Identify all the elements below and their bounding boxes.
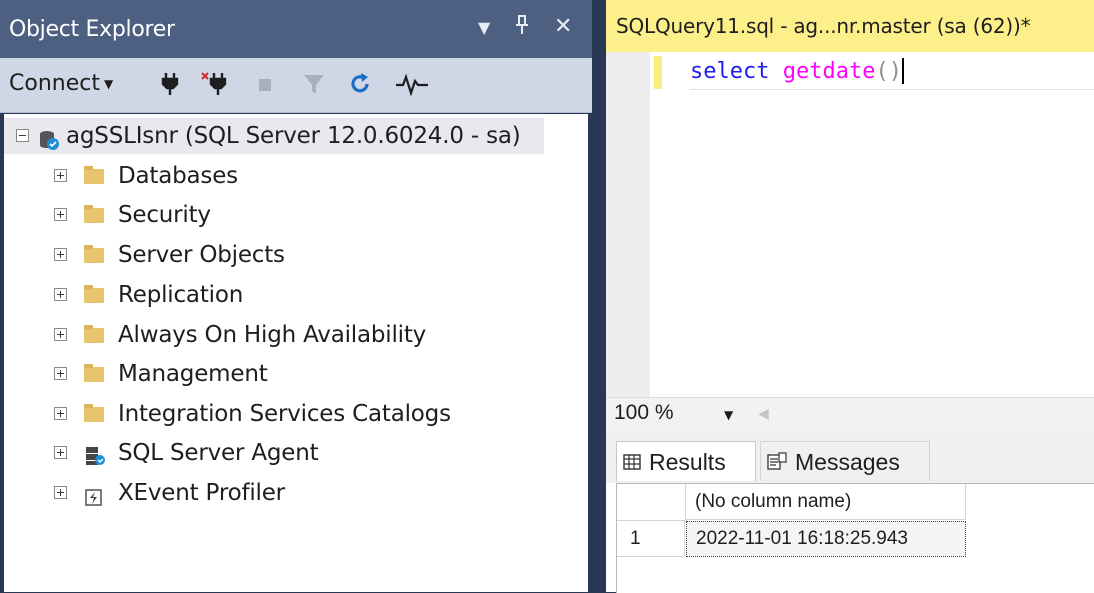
tab-results-label: Results xyxy=(649,449,726,475)
editor-gutter xyxy=(606,52,650,397)
tree-item-label: Replication xyxy=(118,282,244,308)
grid-corner[interactable] xyxy=(617,484,686,521)
object-explorer-toolbar: Connect ▼ xyxy=(0,58,592,113)
xevent-icon xyxy=(84,483,104,519)
query-editor-pane: SQLQuery11.sql - ag...nr.master (sa (62)… xyxy=(606,0,1094,593)
expand-icon[interactable] xyxy=(54,248,67,261)
tree-item-label: XEvent Profiler xyxy=(118,480,285,506)
folder-icon xyxy=(84,245,104,263)
expand-icon[interactable] xyxy=(54,486,67,499)
result-cell[interactable]: 2022-11-01 16:18:25.943 xyxy=(686,521,966,557)
current-line-highlight xyxy=(690,89,1094,90)
tree-item-label: Integration Services Catalogs xyxy=(118,401,451,427)
expand-icon[interactable] xyxy=(54,169,67,182)
scroll-left-icon[interactable]: ◀ xyxy=(758,406,769,422)
zoom-level[interactable]: 100 % xyxy=(614,401,674,425)
text-caret xyxy=(901,58,904,84)
folder-icon xyxy=(84,404,104,422)
sql-function: getdate xyxy=(782,59,876,84)
tree-item-label: Security xyxy=(118,202,211,228)
close-icon[interactable]: ✕ xyxy=(554,14,572,39)
folder-icon xyxy=(84,285,104,303)
tree-item-label: Server Objects xyxy=(118,242,285,268)
tree-root-server-node[interactable]: agSSLIsnr (SQL Server 12.0.6024.0 - sa) xyxy=(4,118,544,154)
tree-item-label: Always On High Availability xyxy=(118,322,427,348)
connect-icon[interactable] xyxy=(160,71,180,104)
folder-icon xyxy=(84,325,104,343)
folder-icon xyxy=(84,166,104,184)
column-header[interactable]: (No column name) xyxy=(686,484,966,520)
messages-icon xyxy=(767,442,787,482)
collapse-icon[interactable] xyxy=(16,129,29,142)
tab-messages-label: Messages xyxy=(795,449,900,475)
sql-parens: () xyxy=(875,59,902,84)
agent-icon xyxy=(84,442,106,478)
chevron-down-icon: ▼ xyxy=(103,77,114,91)
folder-icon xyxy=(84,205,104,223)
zoom-bar: 100 % ▼ ◀ xyxy=(606,397,1094,432)
tree-item-label: Management xyxy=(118,361,268,387)
chevron-down-icon[interactable]: ▼ xyxy=(724,408,733,422)
pin-icon[interactable] xyxy=(514,14,530,42)
disconnect-icon[interactable] xyxy=(200,71,228,104)
object-explorer-title: Object Explorer xyxy=(9,17,175,42)
pane-splitter[interactable] xyxy=(592,0,606,592)
results-tab-strip: Results Messages xyxy=(606,431,1094,483)
query-tab[interactable]: SQLQuery11.sql - ag...nr.master (sa (62)… xyxy=(606,0,1094,52)
tab-results[interactable]: Results xyxy=(616,441,756,481)
sql-keyword: select xyxy=(690,59,770,84)
row-number[interactable]: 1 xyxy=(617,521,685,557)
object-explorer-pane: Object Explorer ▼ ✕ Connect ▼ agSSLIsnr … xyxy=(0,0,592,592)
tree-item-label: SQL Server Agent xyxy=(118,440,319,466)
window-position-dropdown-icon[interactable]: ▼ xyxy=(478,18,490,37)
connect-label: Connect xyxy=(9,71,100,96)
activity-monitor-icon[interactable] xyxy=(395,71,429,104)
folder-icon xyxy=(84,364,104,382)
stop-icon xyxy=(258,71,272,104)
object-explorer-titlebar: Object Explorer ▼ ✕ xyxy=(0,0,592,58)
expand-icon[interactable] xyxy=(54,288,67,301)
grid-icon xyxy=(623,442,641,482)
connect-button[interactable]: Connect ▼ xyxy=(9,71,113,97)
results-grid: (No column name) 1 2022-11-01 16:18:25.9… xyxy=(616,483,1094,593)
server-label: agSSLIsnr (SQL Server 12.0.6024.0 - sa) xyxy=(66,123,521,149)
expand-icon[interactable] xyxy=(54,407,67,420)
refresh-icon[interactable] xyxy=(348,71,372,104)
expand-icon[interactable] xyxy=(54,208,67,221)
editor-code-line[interactable]: select getdate() xyxy=(690,56,904,88)
expand-icon[interactable] xyxy=(54,446,67,459)
tree-item-label: Databases xyxy=(118,163,238,189)
expand-icon[interactable] xyxy=(54,328,67,341)
filter-icon xyxy=(302,71,326,104)
expand-icon[interactable] xyxy=(54,367,67,380)
object-explorer-tree: agSSLIsnr (SQL Server 12.0.6024.0 - sa) … xyxy=(4,114,588,592)
server-icon xyxy=(38,126,60,162)
tab-messages[interactable]: Messages xyxy=(760,441,930,481)
change-marker xyxy=(654,56,662,89)
